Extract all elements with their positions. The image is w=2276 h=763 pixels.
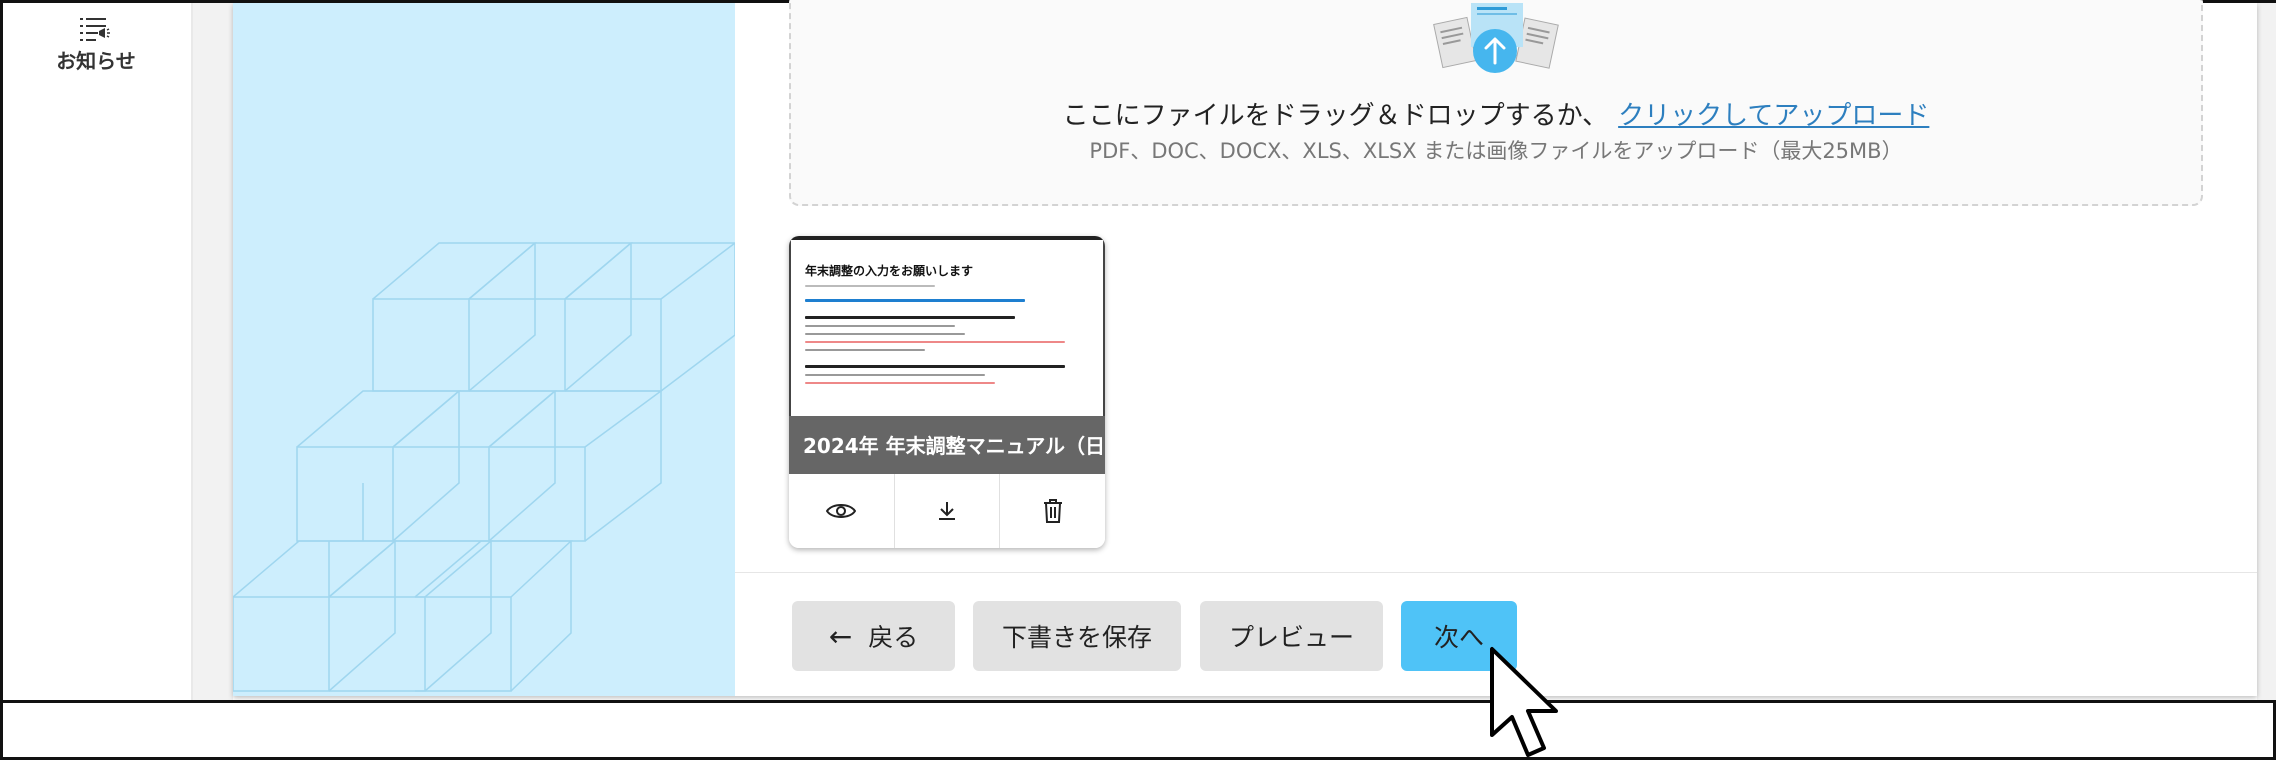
delete-file-button[interactable] [1000,474,1105,548]
thumbnail-line [805,316,1015,319]
content-gutter [193,3,233,700]
download-icon [939,502,955,520]
sidebar-item-notifications[interactable]: お知らせ [3,9,193,79]
download-file-button[interactable] [894,474,1001,548]
arrow-left-icon: ← [828,619,853,653]
back-button[interactable]: ← 戻る [792,601,955,671]
upload-arrow-icon [1433,3,1559,73]
thumbnail-line [805,333,965,335]
trash-icon [1043,499,1062,523]
save-draft-button[interactable]: 下書きを保存 [973,601,1181,671]
file-thumbnail[interactable]: 年末調整の入力をお願いします [789,236,1105,416]
mouse-cursor-icon [1490,647,1558,757]
thumbnail-title: 年末調整の入力をお願いします [805,264,974,278]
content-gutter-right [2257,3,2276,700]
upload-link[interactable]: クリックしてアップロード [1618,101,1929,131]
cubes-icon [233,242,735,692]
thumbnail-line [805,349,925,351]
dropzone-text: ここにファイルをドラッグ＆ドロップするか、 [1062,101,1609,131]
sidebar-item-label: お知らせ [56,49,136,73]
thumbnail-line [805,341,1065,343]
thumbnail-line [805,299,1025,302]
thumbnail-line [805,285,935,287]
app-frame: お知らせ ここにファイルをドラッグ＆ドロップするか、 クリックしてアップロード … [0,0,2276,760]
dropzone-instruction: ここにファイルをドラッグ＆ドロップするか、 クリックしてアップロード [791,95,2201,132]
thumbnail-line [805,374,985,376]
dropzone-format-hint: PDF、DOC、DOCX、XLS、XLSX または画像ファイルをアップロード（最… [1089,139,1903,163]
file-dropzone[interactable]: ここにファイルをドラッグ＆ドロップするか、 クリックしてアップロード PDF、DO… [789,0,2203,206]
thumbnail-line [805,365,1065,368]
uploaded-file-card: 年末調整の入力をお願いします 2024年 年末調整マニュアル（日... [789,236,1105,548]
preview-file-button[interactable] [789,474,895,548]
notification-list-icon [80,18,110,41]
thumbnail-line [805,382,995,384]
thumbnail-line [805,325,955,327]
bottom-divider [3,700,2276,703]
decorative-cubes-illustration [233,3,735,696]
file-actions [789,474,1105,548]
preview-button[interactable]: プレビュー [1200,601,1383,671]
footer-divider [735,572,2257,573]
back-button-label: 戻る [868,623,919,652]
eye-icon [826,504,857,518]
file-name: 2024年 年末調整マニュアル（日... [789,416,1105,474]
left-rail: お知らせ [3,3,193,700]
